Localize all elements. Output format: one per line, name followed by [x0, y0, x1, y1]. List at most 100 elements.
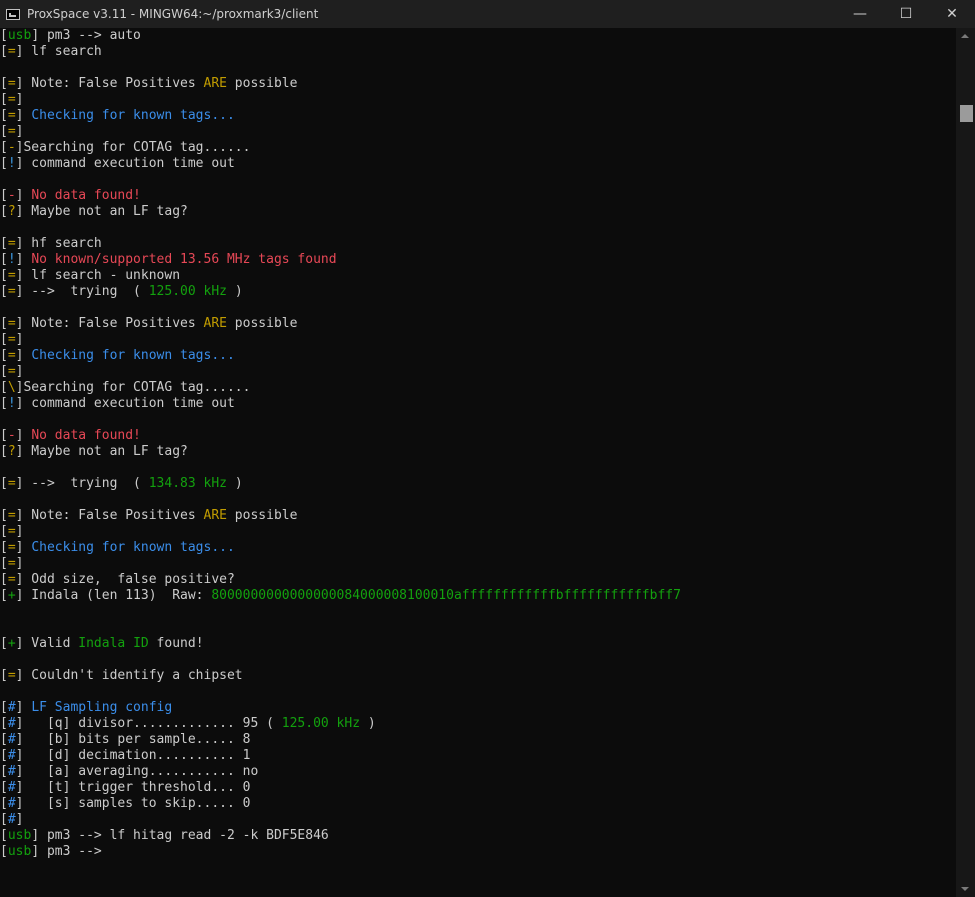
terminal-text: Checking for known tags... — [31, 108, 235, 123]
terminal-line: [=] Note: False Positives ARE possible — [0, 508, 956, 524]
terminal-line: [#] [s] samples to skip..... 0 — [0, 796, 956, 812]
minimize-button[interactable]: — — [837, 0, 883, 28]
scroll-down-icon[interactable] — [961, 887, 969, 891]
maximize-button[interactable]: ☐ — [883, 0, 929, 28]
terminal-text: ] — [15, 556, 24, 571]
terminal-text: [ — [0, 844, 8, 859]
terminal-text: [ — [0, 236, 8, 251]
terminal-line: [#] LF Sampling config — [0, 700, 956, 716]
title-bar[interactable]: ProxSpace v3.11 - MINGW64:~/proxmark3/cl… — [0, 0, 975, 28]
close-button[interactable]: ✕ — [929, 0, 975, 28]
terminal-text: + — [7, 636, 16, 651]
terminal-line: [=] — [0, 524, 956, 540]
scroll-up-icon[interactable] — [961, 34, 969, 38]
terminal-text: ] [q] divisor............. 95 ( — [15, 716, 282, 731]
terminal-text: ] Maybe not an LF tag? — [15, 204, 188, 219]
terminal-text: ] pm3 --> lf hitag read -2 -k BDF5E846 — [31, 828, 329, 843]
terminal-text: [ — [0, 556, 8, 571]
terminal-line: [=] Note: False Positives ARE possible — [0, 316, 956, 332]
vertical-scrollbar[interactable] — [956, 28, 975, 897]
terminal-text: [ — [0, 732, 8, 747]
terminal-text: ]Searching for COTAG tag...... — [15, 380, 251, 395]
terminal-output[interactable]: [usb] pm3 --> auto [=] lf search [=] Note:… — [0, 28, 956, 897]
terminal-text: # — [7, 700, 16, 715]
terminal-text: ] lf search — [15, 44, 102, 59]
terminal-text: ] — [15, 348, 32, 363]
terminal-text: ] --> trying ( — [15, 284, 149, 299]
terminal-text: = — [7, 524, 16, 539]
terminal-text: [ — [0, 364, 8, 379]
terminal-text: [ — [0, 268, 8, 283]
terminal-line: [=] — [0, 364, 956, 380]
terminal-text: ] — [15, 364, 24, 379]
terminal-line: [!] No known/supported 13.56 MHz tags fo… — [0, 252, 956, 268]
terminal-line: [=] Note: False Positives ARE possible — [0, 76, 956, 92]
terminal-text: ] — [15, 332, 24, 347]
terminal-text: ] [d] decimation.......... 1 — [15, 748, 251, 763]
terminal-line: [=] lf search — [0, 44, 956, 60]
terminal-text: = — [7, 76, 16, 91]
terminal-text: # — [7, 764, 16, 779]
terminal-text: [ — [0, 812, 8, 827]
terminal-text: [ — [0, 828, 8, 843]
terminal-text: = — [7, 364, 16, 379]
terminal-text: ] Indala (len 113) Raw: — [15, 588, 212, 603]
terminal-line: [#] [a] averaging........... no — [0, 764, 956, 780]
terminal-text: [ — [0, 76, 8, 91]
terminal-line: [#] [b] bits per sample..... 8 — [0, 732, 956, 748]
terminal-text: [ — [0, 796, 8, 811]
terminal-text: ] [s] samples to skip..... 0 — [15, 796, 251, 811]
terminal-text: ] Note: False Positives — [15, 316, 204, 331]
terminal-line: [-] No data found! — [0, 188, 956, 204]
terminal-text: ] Couldn't identify a chipset — [15, 668, 243, 683]
terminal-text: [ — [0, 668, 8, 683]
terminal-text: [ — [0, 156, 8, 171]
terminal-text: usb — [7, 844, 32, 859]
terminal-line: [#] [t] trigger threshold... 0 — [0, 780, 956, 796]
terminal-text: [ — [0, 508, 8, 523]
terminal-text: [ — [0, 764, 8, 779]
terminal-text: = — [7, 284, 16, 299]
terminal-text: ] Valid — [15, 636, 79, 651]
terminal-text: [ — [0, 540, 8, 555]
terminal-line: [#] [d] decimation.......... 1 — [0, 748, 956, 764]
terminal-text: ]Searching for COTAG tag...... — [15, 140, 251, 155]
terminal-text: = — [7, 316, 16, 331]
terminal-text: = — [7, 44, 16, 59]
terminal-line: [\]Searching for COTAG tag...... — [0, 380, 956, 396]
terminal-text: # — [7, 796, 16, 811]
terminal-text: = — [7, 92, 16, 107]
terminal-text: [ — [0, 444, 8, 459]
terminal-text: ? — [7, 204, 16, 219]
terminal-text: ] [a] averaging........... no — [15, 764, 259, 779]
terminal-line: [+] Indala (len 113) Raw: 80000000000000… — [0, 588, 956, 604]
terminal-text: Indala ID — [78, 636, 149, 651]
terminal-line: [usb] pm3 --> lf hitag read -2 -k BDF5E8… — [0, 828, 956, 844]
terminal-text: possible — [226, 316, 298, 331]
terminal-text: = — [7, 508, 16, 523]
terminal-text: ] — [15, 252, 32, 267]
terminal-text: = — [7, 348, 16, 363]
terminal-text: # — [7, 732, 16, 747]
terminal-text: [ — [0, 716, 8, 731]
terminal-text: ] Odd size, false positive? — [15, 572, 235, 587]
terminal-text: usb — [7, 28, 32, 43]
terminal-text: [ — [0, 332, 8, 347]
terminal-line: [#] [q] divisor............. 95 ( 125.00… — [0, 716, 956, 732]
terminal-line: [=] Odd size, false positive? — [0, 572, 956, 588]
terminal-text: = — [7, 236, 16, 251]
scroll-thumb[interactable] — [960, 105, 973, 122]
terminal-text: \ — [7, 380, 16, 395]
terminal-text: ] Maybe not an LF tag? — [15, 444, 188, 459]
terminal-text: ] — [15, 428, 32, 443]
terminal-text: ARE — [203, 76, 227, 91]
terminal-text: # — [7, 748, 16, 763]
